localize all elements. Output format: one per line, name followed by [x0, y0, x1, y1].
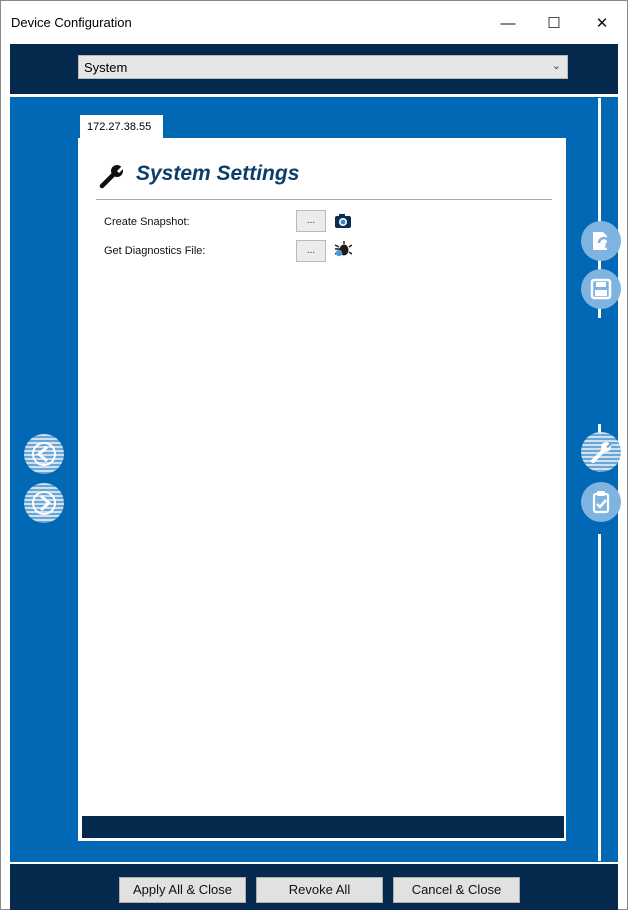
- device-section-dropdown[interactable]: System ⌄: [78, 55, 568, 79]
- open-file-button[interactable]: [581, 221, 621, 261]
- back-icon: [32, 442, 56, 466]
- heading-divider: [96, 199, 552, 200]
- get-diagnostics-button[interactable]: ...: [296, 240, 326, 262]
- tab-label: 172.27.38.55: [87, 121, 152, 133]
- maximize-button[interactable]: ☐: [531, 1, 577, 45]
- cancel-close-button[interactable]: Cancel & Close: [393, 877, 520, 903]
- save-button[interactable]: [581, 269, 621, 309]
- create-snapshot-button[interactable]: ...: [296, 210, 326, 232]
- settings-panel: System Settings Create Snapshot: ... Get…: [78, 138, 566, 841]
- minimize-button[interactable]: —: [485, 1, 531, 45]
- clipboard-check-icon: [592, 491, 610, 514]
- revoke-all-button[interactable]: Revoke All: [256, 877, 383, 903]
- create-snapshot-label: Create Snapshot:: [104, 216, 190, 228]
- page-title: System Settings: [136, 162, 300, 185]
- back-button[interactable]: [24, 434, 64, 474]
- rail-gap-upper: [597, 318, 602, 424]
- chevron-down-icon: ⌄: [551, 60, 561, 72]
- save-icon: [590, 278, 612, 300]
- status-bar: [82, 816, 564, 838]
- window-title: Device Configuration: [11, 15, 132, 30]
- forward-button[interactable]: [24, 483, 64, 523]
- dropdown-value: System: [84, 60, 128, 75]
- apply-all-close-button[interactable]: Apply All & Close: [119, 877, 246, 903]
- wrench-icon: [99, 164, 126, 189]
- close-button[interactable]: ✕: [579, 1, 625, 45]
- get-diagnostics-label: Get Diagnostics File:: [104, 245, 206, 257]
- checklist-button[interactable]: [581, 482, 621, 522]
- open-file-icon: [593, 232, 611, 250]
- forward-icon: [32, 491, 56, 515]
- bug-icon[interactable]: [334, 240, 352, 258]
- title-bar: Device Configuration — ☐ ✕: [1, 1, 627, 45]
- camera-icon[interactable]: [334, 212, 352, 230]
- top-divider: [10, 94, 618, 97]
- wrench-icon: [591, 442, 612, 463]
- settings-button[interactable]: [581, 432, 621, 472]
- tab-device-ip[interactable]: 172.27.38.55: [80, 115, 163, 138]
